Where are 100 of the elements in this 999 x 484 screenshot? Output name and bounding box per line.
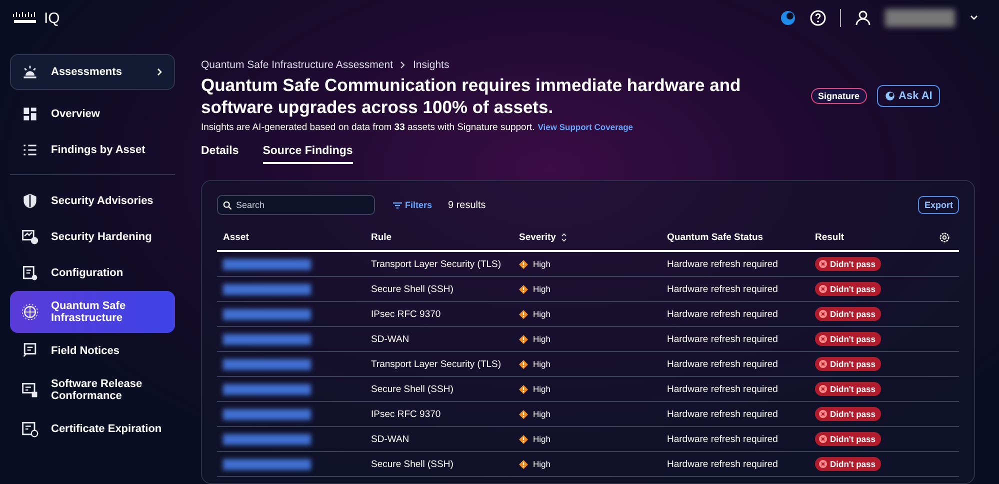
chevron-right-icon — [156, 68, 164, 76]
status-cell-text: Hardware refresh required — [667, 308, 779, 320]
page-title: Quantum Safe Communication requires immediate hardware and software upgrades across 100% of assets. — [201, 74, 742, 118]
rule-cell-text: Transport Layer Security (TLS) — [371, 258, 502, 270]
sidebar-item[interactable]: Security Advisories — [10, 183, 175, 219]
status-cell-text: Hardware refresh required — [667, 434, 779, 444]
rule-cell-text: Secure Shell (SSH) — [371, 384, 454, 394]
document-icon — [21, 264, 39, 282]
filters-button[interactable]: Filters — [387, 199, 438, 211]
warning-icon — [519, 260, 528, 268]
search-field[interactable]: Search — [217, 195, 375, 215]
breadcrumb-link[interactable]: Quantum Safe Infrastructure Assessment — [201, 59, 394, 71]
rule-cell-text: IPsec RFC 9370 — [371, 408, 442, 420]
settings-icon[interactable] — [939, 232, 950, 243]
help-icon[interactable] — [810, 10, 826, 26]
logo-icon — [12, 11, 38, 25]
error-icon — [819, 435, 827, 443]
status-cell-text: Hardware refresh required — [667, 258, 779, 270]
ask-ai-button[interactable]: Ask AI — [876, 85, 940, 107]
certificate-icon — [21, 420, 39, 438]
error-icon — [819, 285, 827, 293]
bell-icon — [21, 63, 39, 81]
shield-icon — [21, 192, 39, 210]
error-icon — [819, 260, 827, 268]
result-badge: Didn't pass — [815, 307, 882, 321]
severity-label: High — [533, 309, 550, 319]
status-cell-text: Hardware refresh required — [667, 284, 779, 294]
search-icon — [223, 200, 232, 210]
result-badge: Didn't pass — [815, 282, 882, 296]
result-badge: Didn't pass — [815, 432, 882, 446]
warning-icon — [519, 360, 528, 368]
error-icon — [819, 410, 827, 418]
tab[interactable]: Details — [201, 145, 239, 164]
severity-label: High — [533, 434, 550, 444]
chevron-right-icon — [399, 59, 408, 71]
error-icon — [819, 360, 827, 368]
error-icon — [819, 335, 827, 343]
result-badge: Didn't pass — [815, 407, 882, 421]
rule-cell-text: SD-WAN — [371, 334, 410, 344]
result-badge: Didn't pass — [815, 357, 882, 371]
result-badge: Didn't pass — [815, 382, 882, 396]
result-badge: Didn't pass — [815, 457, 882, 471]
result-badge: Didn't pass — [815, 332, 882, 346]
status-cell-text: Hardware refresh required — [667, 358, 779, 370]
status-cell-text: Hardware refresh required — [667, 334, 779, 344]
sort-icon[interactable] — [560, 233, 567, 242]
chart-icon — [21, 228, 39, 246]
sidebar-item[interactable]: Overview — [10, 96, 175, 132]
warning-icon — [519, 334, 528, 344]
sidebar-item[interactable]: Software Release Conformance — [10, 369, 175, 411]
column-header[interactable]: Severity — [519, 232, 556, 243]
brand-name: IQ — [44, 10, 60, 26]
column-header: Asset — [223, 232, 250, 243]
severity-label: High — [533, 284, 550, 294]
insights-description: Insights are AI-generated based on data from 33 assets with Signature support. — [201, 122, 535, 133]
column-header: Quantum Safe Status — [667, 232, 764, 243]
results-count: 9 results — [448, 200, 486, 210]
support-coverage-link[interactable]: View Support Coverage — [538, 122, 634, 132]
globe-icon — [21, 303, 39, 321]
column-header: Rule — [371, 232, 393, 243]
user-icon[interactable] — [855, 10, 871, 26]
status-cell-text: Hardware refresh required — [667, 384, 779, 394]
rule-cell-text: Transport Layer Security (TLS) — [371, 358, 502, 370]
error-icon — [819, 460, 827, 468]
sidebar-item[interactable]: Security Hardening — [10, 219, 175, 255]
warning-icon — [519, 460, 528, 468]
severity-label: High — [533, 384, 550, 394]
sidebar-item[interactable]: Assessments — [10, 54, 175, 90]
tab[interactable]: Source Findings — [262, 145, 353, 164]
monitor-icon — [21, 381, 39, 399]
filter-icon — [393, 202, 402, 208]
warning-icon — [519, 384, 528, 394]
warning-icon — [519, 434, 528, 444]
warning-icon — [519, 284, 528, 294]
severity-label: High — [533, 334, 550, 344]
status-cell-text: Hardware refresh required — [667, 458, 779, 470]
column-header: Result — [815, 232, 846, 243]
sidebar-item[interactable]: Field Notices — [10, 333, 175, 369]
rule-cell-text: SD-WAN — [371, 434, 410, 444]
severity-label: High — [533, 459, 550, 469]
severity-label: High — [533, 259, 550, 269]
result-badge: Didn't pass — [815, 257, 882, 271]
blurred-user-name — [885, 9, 955, 27]
warning-icon — [519, 310, 528, 318]
error-icon — [819, 310, 827, 318]
status-cell-text: Hardware refresh required — [667, 408, 779, 420]
sidebar-item[interactable]: Quantum Safe Infrastructure — [10, 291, 175, 333]
error-icon — [819, 385, 827, 393]
sidebar-item[interactable]: Certificate Expiration — [10, 411, 175, 447]
dashboard-icon — [21, 105, 39, 123]
export-button[interactable]: Export — [918, 196, 959, 214]
rule-cell-text: Secure Shell (SSH) — [371, 284, 454, 294]
severity-label: High — [533, 409, 550, 419]
rule-cell-text: Secure Shell (SSH) — [371, 458, 454, 470]
severity-label: High — [533, 359, 550, 369]
sidebar-item[interactable]: Findings by Asset — [10, 132, 175, 168]
rule-cell-text: IPsec RFC 9370 — [371, 308, 442, 320]
warning-icon — [519, 410, 528, 418]
breadcrumb-current: Insights — [413, 59, 450, 71]
sidebar-item[interactable]: Configuration — [10, 255, 175, 291]
